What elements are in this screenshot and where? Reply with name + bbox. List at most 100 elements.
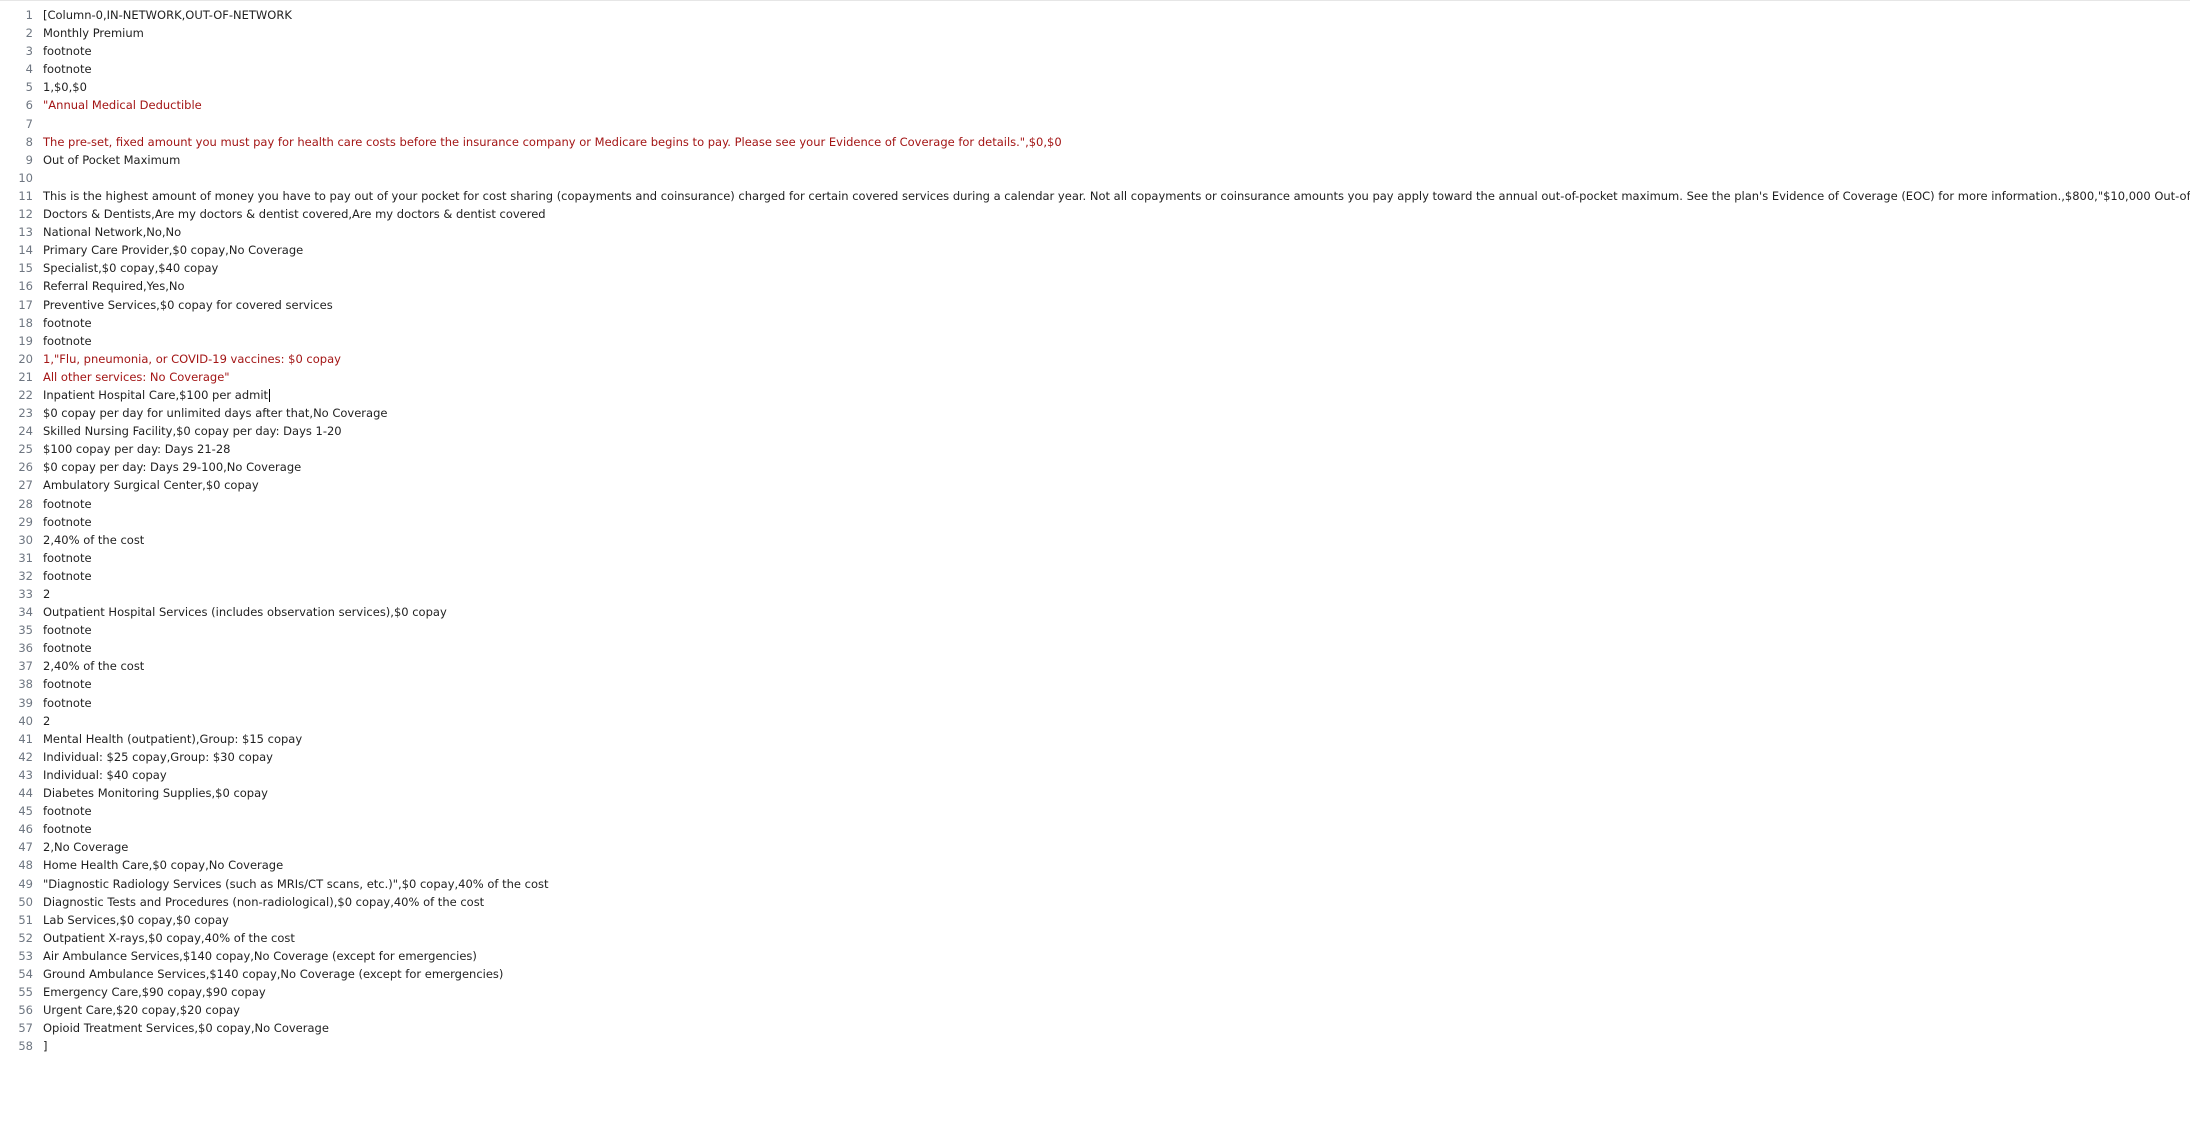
editor-line[interactable]: 52 Outpatient X-rays,$0 copay,40% of the …: [0, 929, 2190, 947]
line-text[interactable]: Emergency Care,$90 copay,$90 copay: [43, 983, 266, 1001]
editor-line[interactable]: 26 $0 copay per day: Days 29-100,No Cover…: [0, 458, 2190, 476]
editor-line[interactable]: 58]: [0, 1037, 2190, 1055]
editor-line[interactable]: 1 [Column-0,IN-NETWORK,OUT-OF-NETWORK: [0, 6, 2190, 24]
line-text[interactable]: Urgent Care,$20 copay,$20 copay: [43, 1001, 240, 1019]
editor-line[interactable]: 14 Primary Care Provider,$0 copay,No Cove…: [0, 241, 2190, 259]
line-text[interactable]: "Annual Medical Deductible: [43, 96, 202, 114]
line-text[interactable]: footnote: [43, 639, 92, 657]
editor-line[interactable]: 23 $0 copay per day for unlimited days af…: [0, 404, 2190, 422]
line-text[interactable]: $0 copay per day for unlimited days afte…: [43, 404, 387, 422]
line-text[interactable]: Individual: $25 copay,Group: $30 copay: [43, 748, 273, 766]
editor-line[interactable]: 32 footnote: [0, 567, 2190, 585]
editor-line[interactable]: 9 Out of Pocket Maximum: [0, 151, 2190, 169]
line-text[interactable]: All other services: No Coverage": [43, 368, 230, 386]
editor-line[interactable]: 50 Diagnostic Tests and Procedures (non-r…: [0, 893, 2190, 911]
line-text[interactable]: $0 copay per day: Days 29-100,No Coverag…: [43, 458, 301, 476]
line-text[interactable]: footnote: [43, 567, 92, 585]
text-editor[interactable]: 1 [Column-0,IN-NETWORK,OUT-OF-NETWORK 2 Mon…: [0, 6, 2190, 1055]
editor-line[interactable]: 45 footnote: [0, 802, 2190, 820]
line-text[interactable]: Mental Health (outpatient),Group: $15 co…: [43, 730, 302, 748]
editor-line[interactable]: 15 Specialist,$0 copay,$40 copay: [0, 259, 2190, 277]
editor-line[interactable]: 48 Home Health Care,$0 copay,No Coverage: [0, 856, 2190, 874]
editor-line[interactable]: 5 1,$0,$0: [0, 78, 2190, 96]
editor-line[interactable]: 21 All other services: No Coverage": [0, 368, 2190, 386]
line-text[interactable]: 2: [43, 585, 50, 603]
editor-line[interactable]: 36 footnote: [0, 639, 2190, 657]
line-text[interactable]: "Diagnostic Radiology Services (such as …: [43, 875, 549, 893]
line-text[interactable]: This is the highest amount of money you …: [43, 187, 2190, 205]
editor-line[interactable]: 22 Inpatient Hospital Care,$100 per admit: [0, 386, 2190, 404]
line-text[interactable]: 1,"Flu, pneumonia, or COVID-19 vaccines:…: [43, 350, 341, 368]
editor-line[interactable]: 28 footnote: [0, 495, 2190, 513]
editor-line[interactable]: 44 Diabetes Monitoring Supplies,$0 copay: [0, 784, 2190, 802]
line-text[interactable]: Home Health Care,$0 copay,No Coverage: [43, 856, 283, 874]
line-text[interactable]: Lab Services,$0 copay,$0 copay: [43, 911, 229, 929]
editor-line[interactable]: 46 footnote: [0, 820, 2190, 838]
line-text[interactable]: Ground Ambulance Services,$140 copay,No …: [43, 965, 503, 983]
line-text[interactable]: footnote: [43, 675, 92, 693]
line-text[interactable]: Inpatient Hospital Care,$100 per admit: [43, 386, 268, 404]
line-text[interactable]: footnote: [43, 802, 92, 820]
editor-line[interactable]: 30 2,40% of the cost: [0, 531, 2190, 549]
line-text[interactable]: Individual: $40 copay: [43, 766, 167, 784]
line-text[interactable]: Preventive Services,$0 copay for covered…: [43, 296, 333, 314]
editor-line[interactable]: 18 footnote: [0, 314, 2190, 332]
line-text[interactable]: Referral Required,Yes,No: [43, 277, 185, 295]
editor-line[interactable]: 24 Skilled Nursing Facility,$0 copay per …: [0, 422, 2190, 440]
editor-line[interactable]: 40 2: [0, 712, 2190, 730]
editor-line[interactable]: 35 footnote: [0, 621, 2190, 639]
editor-line[interactable]: 38 footnote: [0, 675, 2190, 693]
editor-line[interactable]: 7: [0, 115, 2190, 133]
line-text[interactable]: The pre-set, fixed amount you must pay f…: [43, 133, 1062, 151]
line-text[interactable]: Skilled Nursing Facility,$0 copay per da…: [43, 422, 342, 440]
line-text[interactable]: Opioid Treatment Services,$0 copay,No Co…: [43, 1019, 329, 1037]
editor-line[interactable]: 33 2: [0, 585, 2190, 603]
line-text[interactable]: ]: [43, 1037, 48, 1055]
editor-line[interactable]: 17 Preventive Services,$0 copay for cover…: [0, 296, 2190, 314]
editor-line[interactable]: 37 2,40% of the cost: [0, 657, 2190, 675]
editor-line[interactable]: 43 Individual: $40 copay: [0, 766, 2190, 784]
line-text[interactable]: 2,40% of the cost: [43, 531, 144, 549]
editor-line[interactable]: 8 The pre-set, fixed amount you must pay …: [0, 133, 2190, 151]
line-text[interactable]: 2,No Coverage: [43, 838, 128, 856]
line-text[interactable]: footnote: [43, 60, 92, 78]
editor-line[interactable]: 53 Air Ambulance Services,$140 copay,No C…: [0, 947, 2190, 965]
editor-line[interactable]: 56 Urgent Care,$20 copay,$20 copay: [0, 1001, 2190, 1019]
editor-line[interactable]: 10: [0, 169, 2190, 187]
line-text[interactable]: National Network,No,No: [43, 223, 181, 241]
line-text[interactable]: footnote: [43, 820, 92, 838]
line-text[interactable]: 2,40% of the cost: [43, 657, 144, 675]
editor-line[interactable]: 42 Individual: $25 copay,Group: $30 copay: [0, 748, 2190, 766]
line-text[interactable]: Specialist,$0 copay,$40 copay: [43, 259, 218, 277]
editor-line[interactable]: 6 "Annual Medical Deductible: [0, 96, 2190, 114]
line-text[interactable]: footnote: [43, 621, 92, 639]
line-text[interactable]: Ambulatory Surgical Center,$0 copay: [43, 476, 259, 494]
line-text[interactable]: footnote: [43, 694, 92, 712]
editor-line[interactable]: 55 Emergency Care,$90 copay,$90 copay: [0, 983, 2190, 1001]
editor-line[interactable]: 3 footnote: [0, 42, 2190, 60]
line-text[interactable]: Doctors & Dentists,Are my doctors & dent…: [43, 205, 546, 223]
line-text[interactable]: 1,$0,$0: [43, 78, 87, 96]
line-text[interactable]: footnote: [43, 332, 92, 350]
line-text[interactable]: footnote: [43, 42, 92, 60]
editor-line[interactable]: 49 "Diagnostic Radiology Services (such a…: [0, 875, 2190, 893]
line-text[interactable]: footnote: [43, 495, 92, 513]
line-text[interactable]: Outpatient Hospital Services (includes o…: [43, 603, 447, 621]
line-text[interactable]: Primary Care Provider,$0 copay,No Covera…: [43, 241, 303, 259]
line-text[interactable]: 2: [43, 712, 50, 730]
line-text[interactable]: Diabetes Monitoring Supplies,$0 copay: [43, 784, 268, 802]
editor-line[interactable]: 41 Mental Health (outpatient),Group: $15 …: [0, 730, 2190, 748]
editor-line[interactable]: 31 footnote: [0, 549, 2190, 567]
line-text[interactable]: $100 copay per day: Days 21-28: [43, 440, 230, 458]
line-text[interactable]: [Column-0,IN-NETWORK,OUT-OF-NETWORK: [43, 6, 292, 24]
editor-line[interactable]: 11 This is the highest amount of money yo…: [0, 187, 2190, 205]
editor-line[interactable]: 54 Ground Ambulance Services,$140 copay,N…: [0, 965, 2190, 983]
editor-line[interactable]: 20 1,"Flu, pneumonia, or COVID-19 vaccine…: [0, 350, 2190, 368]
line-text[interactable]: Monthly Premium: [43, 24, 144, 42]
editor-line[interactable]: 47 2,No Coverage: [0, 838, 2190, 856]
editor-line[interactable]: 13 National Network,No,No: [0, 223, 2190, 241]
line-text[interactable]: Outpatient X-rays,$0 copay,40% of the co…: [43, 929, 295, 947]
line-text[interactable]: Air Ambulance Services,$140 copay,No Cov…: [43, 947, 477, 965]
editor-line[interactable]: 57 Opioid Treatment Services,$0 copay,No …: [0, 1019, 2190, 1037]
line-text[interactable]: footnote: [43, 549, 92, 567]
